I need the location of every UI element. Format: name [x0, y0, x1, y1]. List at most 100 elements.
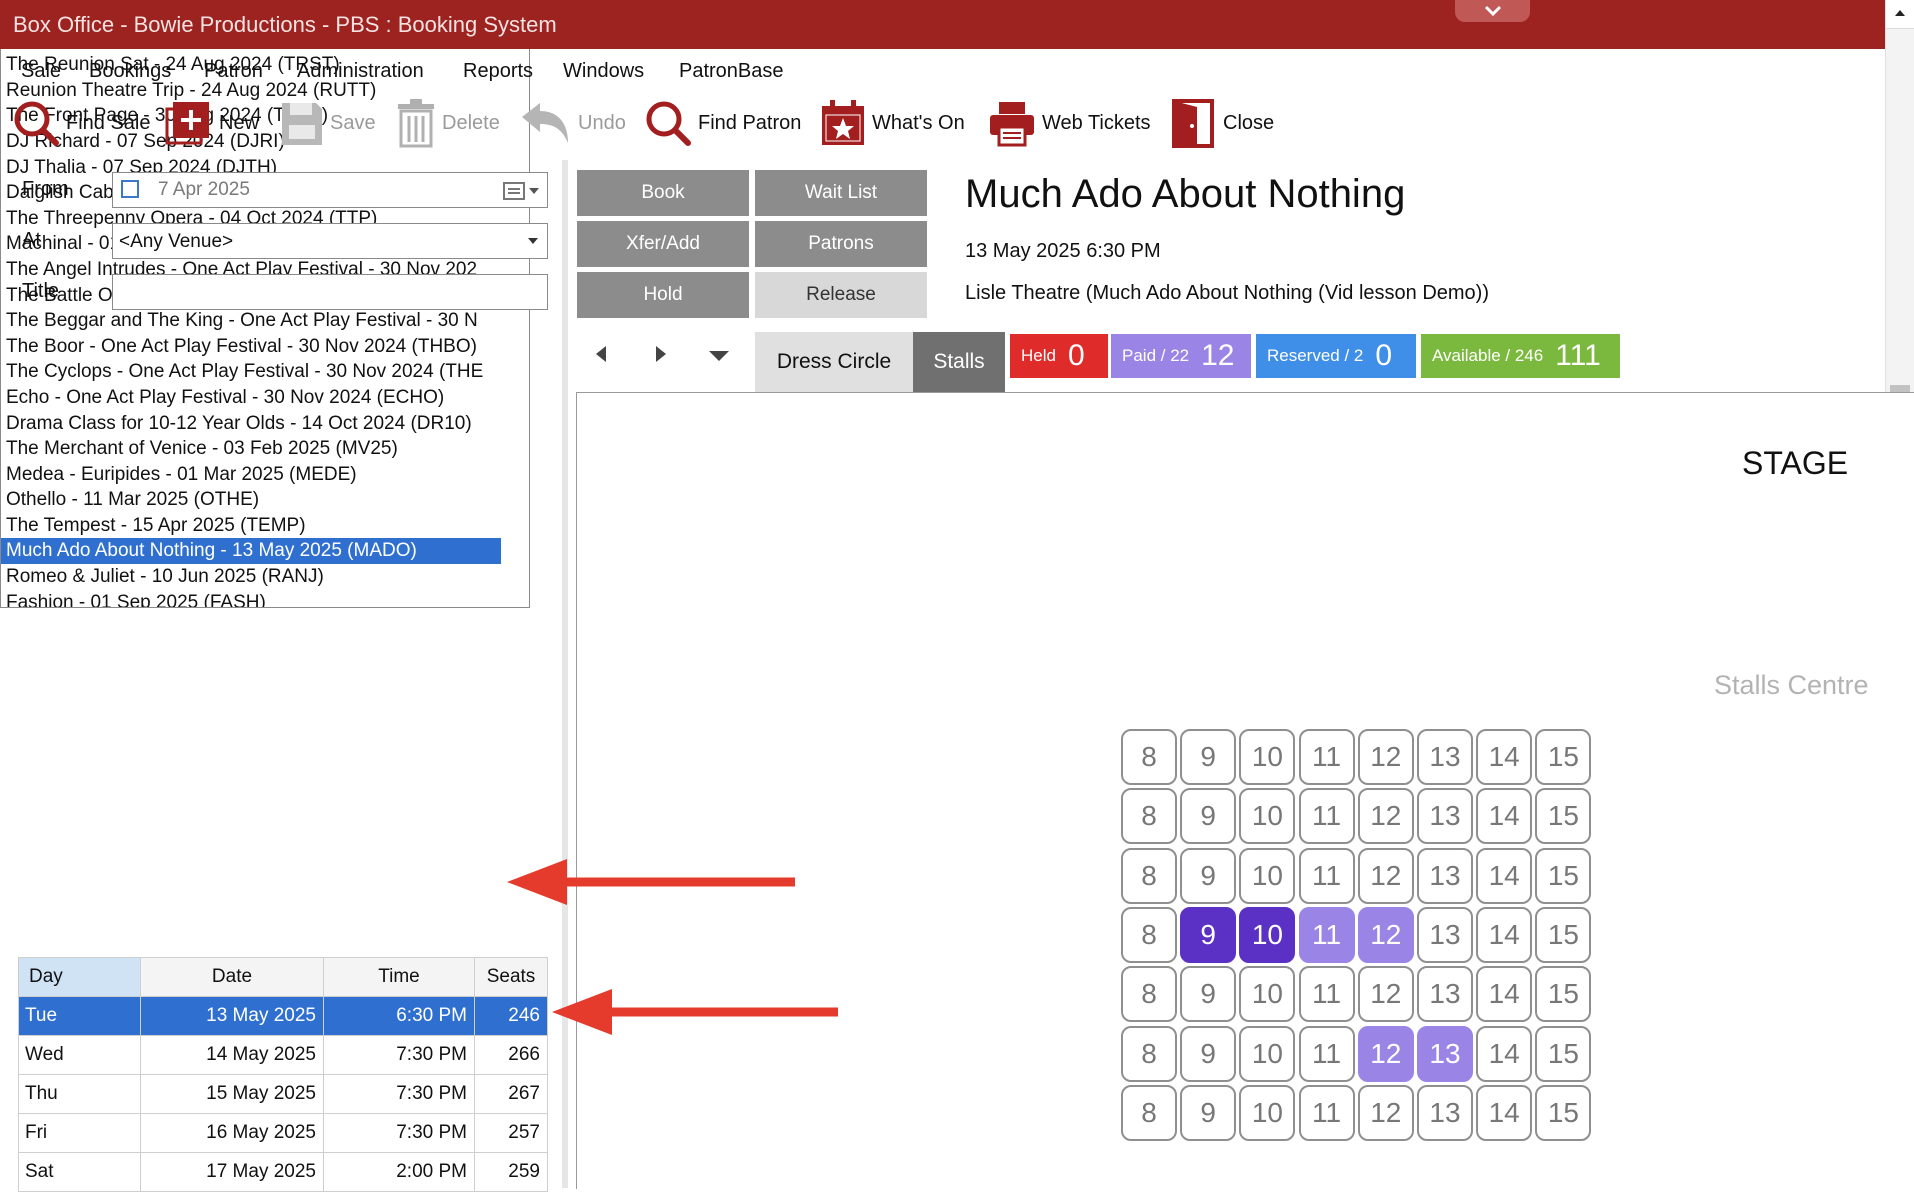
tab-stalls[interactable]: Stalls	[913, 332, 1005, 392]
seat[interactable]: 15	[1535, 966, 1592, 1023]
xfer-add-button[interactable]: Xfer/Add	[577, 221, 749, 267]
menu-patronbase[interactable]: PatronBase	[679, 60, 784, 83]
menu-windows[interactable]: Windows	[563, 60, 644, 83]
next-icon[interactable]	[654, 344, 668, 364]
from-date-checkbox[interactable]	[121, 180, 139, 198]
seat[interactable]: 9	[1180, 906, 1237, 963]
seat[interactable]: 11	[1298, 729, 1355, 785]
seat[interactable]: 9	[1180, 1084, 1237, 1141]
book-button[interactable]: Book	[577, 170, 749, 216]
show-list-item[interactable]: Medea - Euripides - 01 Mar 2025 (MEDE)	[1, 462, 501, 488]
seat[interactable]: 11	[1298, 788, 1355, 845]
show-list-item[interactable]: Echo - One Act Play Festival - 30 Nov 20…	[1, 385, 501, 411]
title-input[interactable]	[112, 274, 548, 310]
performance-row[interactable]: Sat 17 May 2025 2:00 PM 259	[18, 1152, 548, 1192]
show-list-item[interactable]: The Boor - One Act Play Festival - 30 No…	[1, 334, 501, 360]
hold-button[interactable]: Hold	[577, 272, 749, 318]
show-list-item[interactable]: Fashion - 01 Sep 2025 (FASH)	[1, 590, 501, 607]
seat[interactable]: 12	[1357, 1084, 1414, 1141]
seat[interactable]: 8	[1121, 847, 1177, 904]
seat[interactable]: 11	[1298, 1084, 1355, 1141]
seat[interactable]: 13	[1417, 847, 1473, 904]
save-button[interactable]: Save	[280, 96, 376, 150]
column-header-time[interactable]: Time	[323, 957, 475, 997]
seat[interactable]: 15	[1535, 729, 1592, 785]
delete-button[interactable]: Delete	[396, 96, 500, 150]
seat[interactable]: 15	[1535, 847, 1592, 904]
seat[interactable]: 12	[1357, 966, 1414, 1023]
seat[interactable]: 14	[1476, 966, 1533, 1023]
seat[interactable]: 12	[1357, 906, 1414, 963]
column-header-day[interactable]: Day	[18, 957, 141, 997]
seat[interactable]: 15	[1535, 906, 1592, 963]
seat[interactable]: 15	[1535, 788, 1592, 845]
from-date-picker[interactable]: 7 Apr 2025	[112, 172, 548, 208]
seat[interactable]: 12	[1357, 847, 1414, 904]
seat[interactable]: 9	[1180, 847, 1237, 904]
seat[interactable]: 13	[1417, 1084, 1473, 1141]
seat[interactable]: 8	[1121, 1025, 1177, 1082]
calendar-icon[interactable]	[503, 181, 541, 201]
seat[interactable]: 11	[1298, 1025, 1355, 1082]
release-button[interactable]: Release	[755, 272, 927, 318]
column-header-date[interactable]: Date	[140, 957, 324, 997]
seat[interactable]: 8	[1121, 1084, 1177, 1141]
show-list-item[interactable]: Romeo & Juliet - 10 Jun 2025 (RANJ)	[1, 564, 501, 590]
seat[interactable]: 8	[1121, 906, 1177, 963]
seat[interactable]: 8	[1121, 966, 1177, 1023]
seat[interactable]: 13	[1417, 1025, 1473, 1082]
menu-patron[interactable]: Patron	[204, 60, 263, 83]
seat[interactable]: 15	[1535, 1084, 1592, 1141]
whats-on-button[interactable]: What's On	[820, 96, 965, 150]
seat[interactable]: 12	[1357, 729, 1414, 785]
seat[interactable]: 8	[1121, 729, 1177, 785]
seat[interactable]: 10	[1239, 847, 1296, 904]
show-list-item[interactable]: The Tempest - 15 Apr 2025 (TEMP)	[1, 513, 501, 539]
seat[interactable]: 12	[1357, 788, 1414, 845]
find-patron-button[interactable]: Find Patron	[644, 96, 801, 150]
undo-button[interactable]: Undo	[520, 96, 626, 150]
seat[interactable]: 11	[1298, 966, 1355, 1023]
seat[interactable]: 9	[1180, 729, 1237, 785]
seat[interactable]: 14	[1476, 906, 1533, 963]
new-button[interactable]: New	[165, 96, 259, 150]
seat[interactable]: 11	[1298, 906, 1355, 963]
tab-dress-circle[interactable]: Dress Circle	[755, 332, 913, 392]
seat[interactable]: 10	[1239, 788, 1296, 845]
seat[interactable]: 10	[1239, 1025, 1296, 1082]
show-list-item[interactable]: The Beggar and The King - One Act Play F…	[1, 308, 501, 334]
seat[interactable]: 9	[1180, 788, 1237, 845]
show-list-item[interactable]: The Merchant of Venice - 03 Feb 2025 (MV…	[1, 436, 501, 462]
seat[interactable]: 14	[1476, 1025, 1533, 1082]
seat[interactable]: 15	[1535, 1025, 1592, 1082]
seat[interactable]: 10	[1239, 966, 1296, 1023]
seat[interactable]: 14	[1476, 847, 1533, 904]
seat[interactable]: 12	[1357, 1025, 1414, 1082]
seat[interactable]: 13	[1417, 788, 1473, 845]
seat[interactable]: 14	[1476, 1084, 1533, 1141]
performance-row[interactable]: Tue 13 May 2025 6:30 PM 246	[18, 996, 548, 1036]
venue-select[interactable]: <Any Venue>	[112, 223, 548, 259]
menu-bookings[interactable]: Bookings	[89, 60, 171, 83]
seat[interactable]: 9	[1180, 966, 1237, 1023]
show-list-item[interactable]: The Cyclops - One Act Play Festival - 30…	[1, 359, 501, 385]
show-list-item[interactable]: Drama Class for 10-12 Year Olds - 14 Oct…	[1, 411, 501, 437]
show-list-item[interactable]: Othello - 11 Mar 2025 (OTHE)	[1, 487, 501, 513]
previous-icon[interactable]	[594, 344, 608, 364]
performance-row[interactable]: Fri 16 May 2025 7:30 PM 257	[18, 1113, 548, 1153]
menu-sale[interactable]: Sale	[21, 60, 61, 83]
seat[interactable]: 10	[1239, 729, 1296, 785]
find-sale-button[interactable]: Find Sale	[12, 96, 151, 150]
performance-row[interactable]: Wed 14 May 2025 7:30 PM 266	[18, 1035, 548, 1075]
performance-row[interactable]: Thu 15 May 2025 7:30 PM 267	[18, 1074, 548, 1114]
seat[interactable]: 13	[1417, 906, 1473, 963]
show-list-item[interactable]: Much Ado About Nothing - 13 May 2025 (MA…	[1, 538, 501, 565]
seat[interactable]: 14	[1476, 788, 1533, 845]
seat[interactable]: 10	[1239, 906, 1296, 963]
web-tickets-button[interactable]: Web Tickets	[988, 96, 1151, 150]
patrons-button[interactable]: Patrons	[755, 221, 927, 267]
close-button[interactable]: Close	[1171, 96, 1274, 150]
column-header-seats[interactable]: Seats	[474, 957, 548, 997]
seat[interactable]: 9	[1180, 1025, 1237, 1082]
seat[interactable]: 10	[1239, 1084, 1296, 1141]
